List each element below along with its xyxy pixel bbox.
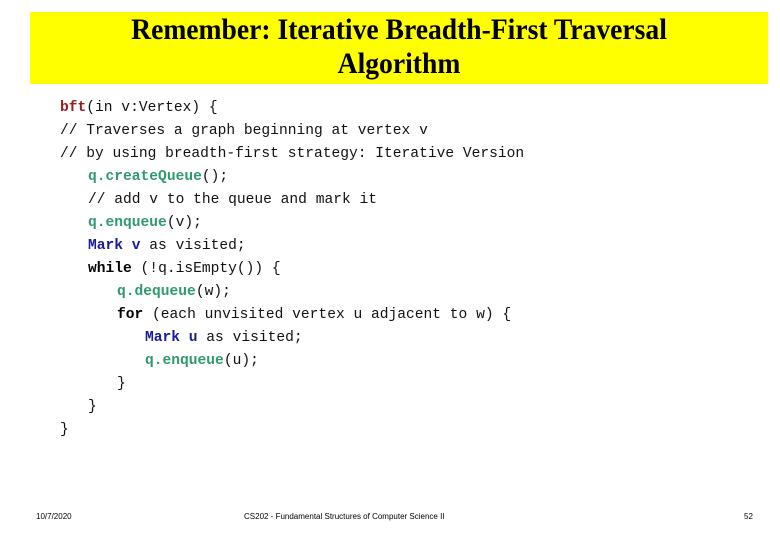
code-text: (!q.isEmpty()) { — [131, 261, 281, 277]
code-line: // add v to the queue and mark it — [88, 189, 377, 212]
code-text: as visited; — [140, 238, 246, 254]
code-line: q.enqueue(u); — [145, 350, 259, 373]
title-line-2: Algorithm — [337, 47, 461, 80]
code-line: while (!q.isEmpty()) { — [88, 258, 281, 281]
code-line: Mark v as visited; — [88, 235, 246, 258]
code-line: } — [60, 419, 69, 442]
slide-title: Remember: Iterative Breadth-First Traver… — [60, 13, 739, 81]
footer-date: 10/7/2020 — [36, 512, 72, 521]
code-text: (w); — [195, 284, 231, 300]
code-line: } — [117, 373, 126, 396]
code-text: // Traverses a graph beginning at vertex… — [60, 123, 428, 139]
code-text: // add v to the queue and mark it — [88, 192, 378, 208]
code-line: bft(in v:Vertex) { — [60, 97, 218, 120]
code-keyword: Mark v — [88, 238, 141, 254]
code-line: Mark u as visited; — [145, 327, 303, 350]
code-keyword: bft — [60, 100, 87, 116]
code-line: } — [88, 396, 97, 419]
code-line: // Traverses a graph beginning at vertex… — [60, 120, 428, 143]
code-keyword: q.enqueue — [88, 215, 167, 231]
code-text: (u); — [223, 353, 259, 369]
code-keyword: for — [117, 307, 144, 323]
code-line: // by using breadth-first strategy: Iter… — [60, 143, 524, 166]
code-line: q.dequeue(w); — [117, 281, 231, 304]
title-band: Remember: Iterative Breadth-First Traver… — [30, 12, 768, 84]
code-text: (); — [201, 169, 229, 185]
code-text: } — [117, 376, 126, 392]
title-line-1: Remember: Iterative Breadth-First Traver… — [131, 13, 667, 46]
code-text: // by using breadth-first strategy: Iter… — [60, 146, 525, 162]
code-keyword: q.dequeue — [117, 284, 196, 300]
code-keyword: while — [88, 261, 132, 277]
code-line: q.createQueue(); — [88, 166, 228, 189]
code-text: as visited; — [197, 330, 303, 346]
code-text: } — [60, 422, 69, 438]
code-text: (in v:Vertex) { — [86, 100, 218, 116]
code-keyword: q.createQueue — [88, 169, 202, 185]
code-keyword: q.enqueue — [145, 353, 224, 369]
code-keyword: Mark u — [145, 330, 198, 346]
code-text: (v); — [166, 215, 202, 231]
footer-page-number: 52 — [744, 512, 753, 521]
code-line: for (each unvisited vertex u adjacent to… — [117, 304, 511, 327]
code-line: q.enqueue(v); — [88, 212, 202, 235]
code-text: } — [88, 399, 97, 415]
code-text: (each unvisited vertex u adjacent to w) … — [143, 307, 512, 323]
footer-course: CS202 - Fundamental Structures of Comput… — [244, 512, 445, 521]
